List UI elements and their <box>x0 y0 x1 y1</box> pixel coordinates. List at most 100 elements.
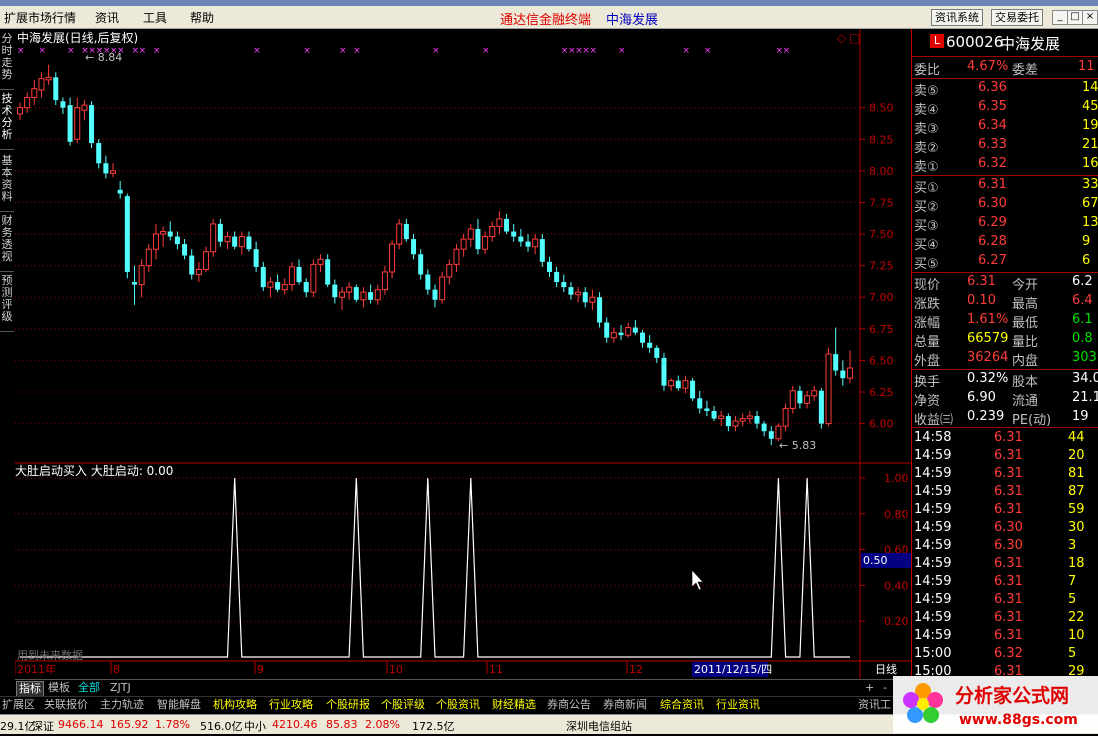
diamond-icon[interactable]: ◇ <box>837 31 847 45</box>
zoom-in-button[interactable]: + <box>863 681 876 695</box>
menu-extended-market[interactable]: 扩展市场行情 <box>4 9 76 26</box>
maximize-button[interactable]: □ <box>1067 10 1083 25</box>
func-tab[interactable]: 财经精选 <box>492 698 536 712</box>
price-stat-row: 涨幅 1.61% 最低 6.1 <box>914 312 1093 331</box>
sell-order-row: 卖③ 6.34 19 <box>914 118 1098 137</box>
date-tick-label: 9 <box>257 663 264 676</box>
signal-cross-marker: × <box>153 46 161 56</box>
period-label[interactable]: 日线 <box>875 662 897 676</box>
func-tab[interactable]: 智能解盘 <box>157 698 201 712</box>
svg-text:www.88gs.com: www.88gs.com <box>959 712 1078 728</box>
sell-order-row: 卖① 6.32 16 <box>914 156 1098 175</box>
future-data-note: 用到未来数据 <box>17 648 83 662</box>
buy-order-row: 买⑤ 6.27 6 <box>914 253 1091 272</box>
tick-row: 14:59 6.31 87 <box>914 484 1085 499</box>
price-stat-row: 总量 66579 量比 0.8 <box>914 331 1093 350</box>
svg-text:分析家公式网: 分析家公式网 <box>955 684 1069 707</box>
sell-order-row: 卖⑤ 6.36 14 <box>914 80 1098 99</box>
stock-code: 600026 <box>946 33 1004 51</box>
tick-row: 14:59 6.31 10 <box>914 628 1085 643</box>
tab-technical-analysis[interactable]: 技术分析 <box>0 93 14 150</box>
candle <box>210 218 217 257</box>
tick-row: 14:59 6.31 22 <box>914 610 1085 625</box>
sell-order-row: 卖④ 6.35 45 <box>914 99 1098 118</box>
signal-cross-marker: × <box>783 46 791 56</box>
tick-row: 14:59 6.31 20 <box>914 448 1085 463</box>
kline-chart[interactable]: × × × × × × × × × × × × × × × × × × × × × × × × × × × × 1.000.800.6… <box>14 29 911 679</box>
candle <box>310 259 317 298</box>
watermark-logo: 分析家公式网 www.88gs.com <box>893 676 1098 733</box>
func-tab[interactable]: 关联报价 <box>44 698 88 712</box>
current-stock-title: 中海发展 <box>606 13 659 28</box>
date-tick-label: 10 <box>389 663 403 676</box>
tab-indicator[interactable]: 指标 <box>16 681 44 697</box>
candle <box>124 193 130 279</box>
func-tab[interactable]: 券商公告 <box>547 698 591 712</box>
fundamental-row: 收益㈢ 0.239 PE(动) 19 <box>914 409 1089 428</box>
tab-financial[interactable]: 财务透视 <box>0 215 14 272</box>
buy-order-row: 买② 6.30 67 <box>914 196 1098 215</box>
candle <box>661 352 667 391</box>
sell-orders: 卖⑤ 6.36 14 卖④ 6.35 45 卖③ 6.34 19 卖② 6.33 21 卖① 6.32 16 <box>912 79 1098 175</box>
minimize-button[interactable]: _ <box>1052 10 1068 25</box>
signal-cross-marker: × <box>253 46 261 56</box>
func-tab[interactable]: 个股评级 <box>381 698 425 712</box>
quote-header: L 600026 中海发展 <box>912 32 1098 54</box>
chart-area[interactable]: × × × × × × × × × × × × × × × × × × × × × × × × × × × × 1.00 0.80 0.6… <box>14 29 911 679</box>
price-tick-label: 6.00 <box>869 418 894 431</box>
close-button[interactable]: × <box>1082 10 1098 25</box>
func-tab[interactable]: 扩展区 <box>2 698 35 712</box>
func-tab[interactable]: 个股研报 <box>326 698 370 712</box>
signal-cross-marker: × <box>432 46 440 56</box>
window-restore-icon[interactable]: □ <box>849 31 860 45</box>
tick-list[interactable]: 14:58 6.31 44 14:59 6.31 20 14:59 6.31 81 14:59 6.… <box>912 429 1098 679</box>
func-tab[interactable]: 券商新闻 <box>603 698 647 712</box>
signal-cross-marker: × <box>482 46 490 56</box>
sell-order-row: 卖② 6.33 21 <box>914 137 1098 156</box>
tab-zjtj[interactable]: ZJTJ <box>108 681 133 695</box>
price-tick-label: 7.75 <box>869 196 894 209</box>
func-tab[interactable]: 综合资讯 <box>660 698 704 712</box>
app-title: 通达信金融终端 <box>500 13 592 28</box>
menu-help[interactable]: 帮助 <box>190 9 214 26</box>
menu-tools[interactable]: 工具 <box>143 9 167 26</box>
indicator-tick-label: 0.20 <box>884 615 909 628</box>
chart-header: 中海发展(日线,后复权) <box>17 30 138 45</box>
indicator-header: 大肚启动买入 大肚启动: 0.00 <box>15 463 173 478</box>
tab-intraday[interactable]: 分时走势 <box>0 33 14 90</box>
func-tab[interactable]: 主力轨迹 <box>100 698 144 712</box>
order-ratio-row: 委比 4.67% 委差 11 <box>914 59 1095 78</box>
menu-bar: 扩展市场行情 资讯 工具 帮助 通达信金融终端 中海发展 资讯系统 交易委托 _… <box>0 6 1098 29</box>
func-tab[interactable]: 个股资讯 <box>436 698 480 712</box>
news-system-button[interactable]: 资讯系统 <box>931 9 983 26</box>
fundamental-row: 净资6.90流通21.1 <box>914 390 1098 409</box>
tick-row: 14:58 6.31 44 <box>914 430 1085 445</box>
price-tick-label: 8.00 <box>869 165 894 178</box>
tab-forecast[interactable]: 预测评级 <box>0 275 14 332</box>
tab-basic-info[interactable]: 基本资料 <box>0 155 14 212</box>
menu-news[interactable]: 资讯 <box>95 9 119 26</box>
trade-order-button[interactable]: 交易委托 <box>991 9 1043 26</box>
date-tick-label: 12 <box>629 663 643 676</box>
price-stats: 现价 6.31 今开 6.2 涨跌 0.10 最高 6.4 涨幅 1.61% 最低 6.1 总量 6657… <box>912 273 1098 369</box>
candle <box>825 347 832 427</box>
indicator-current-value: 0.50 <box>863 554 888 567</box>
func-tab[interactable]: 机构攻略 <box>213 698 257 712</box>
date-tick-label: 8 <box>113 663 120 676</box>
tick-row: 14:59 6.31 7 <box>914 574 1077 589</box>
tick-row: 14:59 6.31 18 <box>914 556 1085 571</box>
left-view-tabs: 分时走势 技术分析 基本资料 财务透视 预测评级 <box>0 29 16 679</box>
fundamentals: 换手0.32%股本34.0净资6.90流通21.1收益㈢0.239PE(动)19 <box>912 370 1098 428</box>
buy-order-row: 买④ 6.28 9 <box>914 234 1091 253</box>
func-tab[interactable]: 行业攻略 <box>269 698 313 712</box>
price-tick-label: 6.75 <box>869 323 894 336</box>
func-tab[interactable]: 资讯工 <box>858 698 891 712</box>
fundamental-row: 换手0.32%股本34.0 <box>914 371 1098 390</box>
candle <box>353 284 359 303</box>
func-tab[interactable]: 行业资讯 <box>716 698 760 712</box>
price-tick-label: 8.50 <box>869 102 894 115</box>
tab-template[interactable]: 模板 <box>46 681 72 695</box>
tick-row: 14:59 6.30 3 <box>914 538 1077 553</box>
zoom-out-button[interactable]: - <box>881 681 889 695</box>
tab-all[interactable]: 全部 <box>76 681 102 695</box>
